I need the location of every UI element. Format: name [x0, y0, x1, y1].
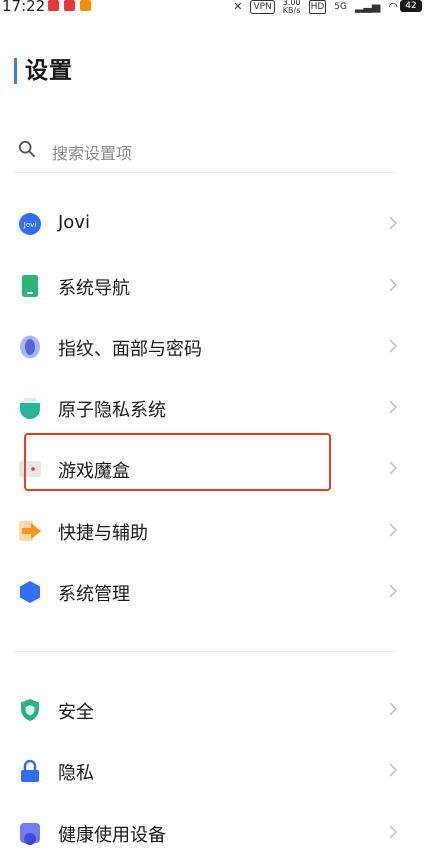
chevron-right-icon	[389, 216, 398, 230]
health-icon	[20, 823, 40, 845]
page-title: 设置	[14, 58, 73, 84]
settings-item-label: 安全	[58, 702, 94, 723]
shortcut-arrow-icon	[19, 521, 41, 541]
settings-item-label: 隐私	[58, 763, 94, 784]
chevron-right-icon	[389, 400, 398, 414]
privacy-shield-icon	[20, 398, 40, 419]
chevron-right-icon	[389, 825, 398, 839]
chevron-right-icon	[389, 339, 398, 353]
chevron-right-icon	[389, 763, 398, 777]
settings-item-label: 原子隐私系统	[58, 400, 166, 421]
lock-icon	[21, 759, 39, 782]
wifi-icon: ◠	[388, 0, 398, 13]
settings-item-label: 快捷与辅助	[58, 523, 148, 544]
section-divider	[14, 651, 396, 652]
settings-item-atomic-privacy[interactable]: 原子隐私系统	[0, 383, 430, 433]
status-time: 17:22	[2, 0, 46, 15]
notification-icon-1	[48, 0, 59, 11]
settings-item-fingerprint-face-password[interactable]: 指纹、面部与密码	[0, 322, 430, 372]
search-input[interactable]: 搜索设置项	[14, 132, 396, 173]
settings-item-shortcuts-accessibility[interactable]: 快捷与辅助	[0, 506, 430, 556]
vpn-badge: VPN	[250, 0, 275, 14]
settings-item-label: Jovi	[58, 212, 90, 233]
settings-item-label: 系统管理	[58, 584, 130, 605]
battery-level: 42	[400, 0, 422, 12]
signal-5g-badge: 5G	[334, 2, 347, 12]
settings-item-system-management[interactable]: 系统管理	[0, 567, 430, 617]
network-speed: 3.00 KB/s	[282, 0, 301, 15]
settings-item-privacy[interactable]: 隐私	[0, 746, 430, 796]
svg-text:Jovi: Jovi	[23, 221, 36, 229]
chevron-right-icon	[389, 584, 398, 598]
settings-item-security[interactable]: 安全	[0, 685, 430, 735]
settings-item-jovi[interactable]: Jovi Jovi	[0, 199, 430, 249]
fingerprint-icon	[20, 335, 40, 359]
highlight-box	[24, 433, 331, 491]
settings-item-label: 健康使用设备	[58, 825, 166, 846]
search-placeholder: 搜索设置项	[52, 144, 133, 163]
signal-bars-icon: ▂▃▅	[355, 0, 381, 13]
chevron-right-icon	[389, 523, 398, 537]
settings-item-label: 指纹、面部与密码	[58, 339, 202, 360]
notification-icon-2	[64, 0, 75, 11]
chevron-right-icon	[389, 461, 398, 475]
settings-item-healthy-device-usage[interactable]: 健康使用设备	[0, 808, 430, 858]
settings-item-label: 系统导航	[58, 278, 130, 299]
jovi-icon: Jovi	[19, 213, 41, 235]
hd-badge: HD	[308, 0, 327, 14]
search-icon	[18, 140, 36, 158]
mute-icon: ✕	[233, 0, 243, 13]
status-bar: 17:22 ✕ VPN 3.00 KB/s HD 5G ▂▃▅ ◠ 42	[0, 0, 430, 22]
security-shield-icon	[21, 699, 39, 721]
system-hexagon-icon	[20, 581, 40, 603]
notification-icon-3	[80, 0, 91, 11]
settings-item-system-navigation[interactable]: 系统导航	[0, 261, 430, 311]
phone-navigation-icon	[22, 275, 38, 297]
chevron-right-icon	[389, 702, 398, 716]
chevron-right-icon	[389, 278, 398, 292]
status-icons: ✕ VPN 3.00 KB/s HD 5G ▂▃▅ ◠	[233, 0, 398, 15]
